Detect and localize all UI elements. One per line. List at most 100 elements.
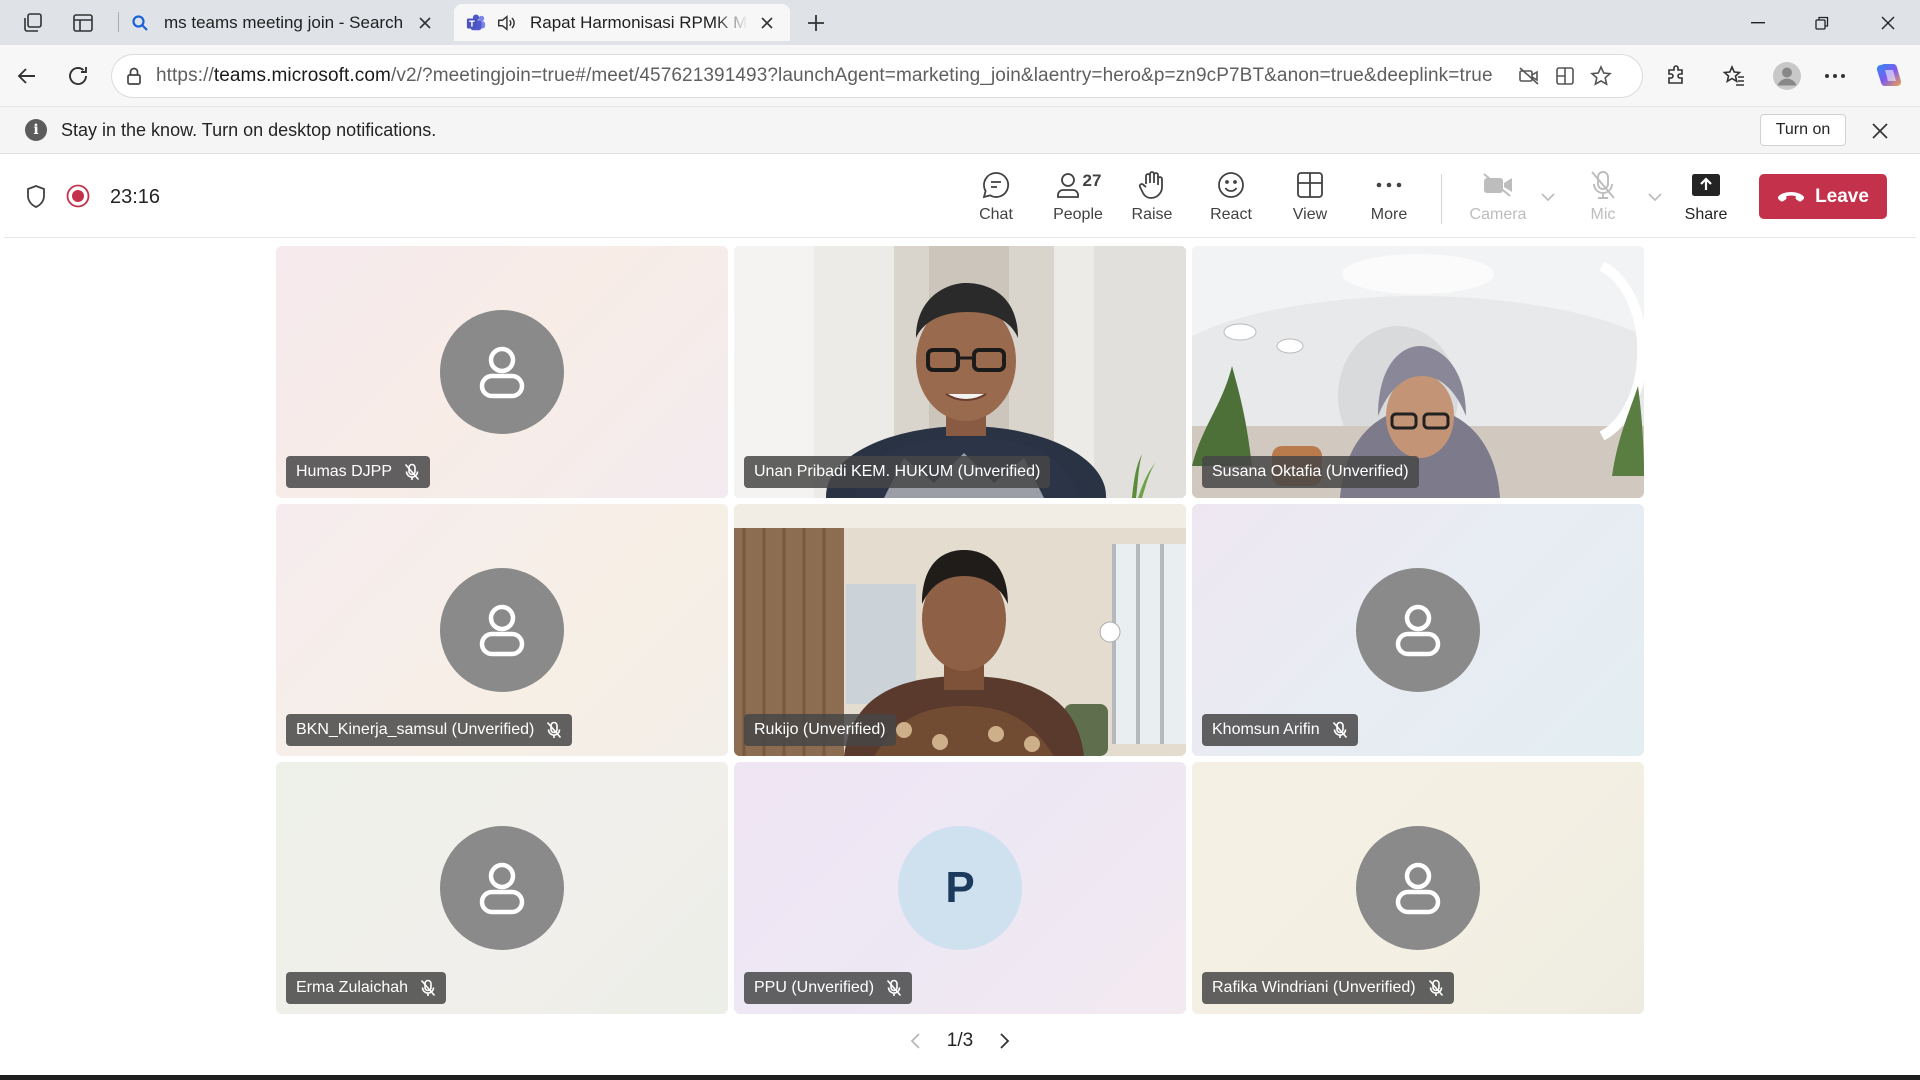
participant-tile[interactable]: Humas DJPP (276, 246, 728, 498)
participant-tile[interactable]: Susana Oktafia (Unverified) (1192, 246, 1644, 498)
camera-button[interactable]: Camera (1463, 168, 1533, 230)
default-avatar-icon (440, 826, 564, 950)
default-avatar-icon (440, 310, 564, 434)
notification-bar: i Stay in the know. Turn on desktop noti… (0, 107, 1920, 154)
default-avatar-icon (1356, 826, 1480, 950)
teams-icon (466, 13, 486, 33)
previous-page-chevron-icon[interactable] (910, 1032, 922, 1050)
back-arrow-icon[interactable] (10, 59, 44, 93)
meeting-header: 23:16 Chat 27 People Raise React View Mo… (4, 154, 1916, 238)
participant-tile[interactable]: Khomsun Arifin (1192, 504, 1644, 756)
turn-on-notifications-button[interactable]: Turn on (1760, 114, 1846, 146)
participant-name-tag: Susana Oktafia (Unverified) (1202, 456, 1419, 488)
chat-label: Chat (979, 206, 1013, 223)
participant-name: PPU (Unverified) (754, 979, 875, 996)
favorite-star-icon[interactable] (1584, 59, 1618, 93)
mic-off-icon (1588, 168, 1618, 202)
participant-name: Rafika Windriani (Unverified) (1212, 979, 1416, 996)
raise-hand-button[interactable]: Raise (1117, 168, 1187, 230)
close-tab-icon[interactable] (756, 12, 778, 34)
leave-button[interactable]: Leave (1759, 174, 1887, 219)
extensions-icon[interactable] (1660, 59, 1694, 93)
meeting-timer: 23:16 (110, 186, 161, 208)
leave-label: Leave (1815, 185, 1869, 207)
mic-muted-icon (1332, 721, 1348, 739)
search-icon (130, 13, 150, 33)
tab-teams-meeting[interactable]: Rapat Harmonisasi RPMK Menteri (454, 4, 790, 41)
participant-name: Susana Oktafia (Unverified) (1212, 463, 1409, 480)
mic-muted-icon (546, 721, 562, 739)
page-indicator: 1/3 (946, 1030, 974, 1051)
minimize-icon[interactable] (1726, 0, 1790, 45)
default-avatar-icon (440, 568, 564, 692)
participant-name: Erma Zulaichah (296, 979, 409, 996)
more-dots-icon (1376, 168, 1402, 202)
profile-avatar[interactable] (1768, 59, 1806, 93)
more-button[interactable]: More (1354, 168, 1424, 230)
url-domain: teams.microsoft.com (213, 65, 391, 86)
chat-button[interactable]: Chat (961, 168, 1031, 230)
mic-button[interactable]: Mic (1568, 168, 1638, 230)
participant-tile[interactable]: Erma Zulaichah (276, 762, 728, 1014)
mic-muted-icon (1428, 979, 1444, 997)
new-tab-button[interactable] (799, 8, 833, 38)
favorites-icon[interactable] (1717, 59, 1751, 93)
next-page-chevron-icon[interactable] (998, 1032, 1010, 1050)
url-prefix: https:// (156, 65, 214, 86)
participant-name-tag: Rukijo (Unverified) (744, 714, 896, 746)
shield-icon[interactable] (24, 184, 48, 210)
participant-tile[interactable]: Rafika Windriani (Unverified) (1192, 762, 1644, 1014)
copilot-icon[interactable] (1872, 59, 1906, 93)
participant-tile[interactable]: Rukijo (Unverified) (734, 504, 1186, 756)
participant-tile[interactable]: Unan Pribadi KEM. HUKUM (Unverified) (734, 246, 1186, 498)
video-gallery: Humas DJPP Unan Pribadi KEM. HUKUM (Unve… (4, 238, 1916, 1075)
raise-label: Raise (1131, 206, 1173, 223)
participant-name-tag: Humas DJPP (286, 456, 431, 488)
react-label: React (1210, 206, 1252, 223)
participant-name-tag: BKN_Kinerja_samsul (Unverified) (286, 714, 573, 746)
info-icon: i (25, 119, 47, 141)
tab-search[interactable]: ms teams meeting join - Search (118, 4, 448, 41)
close-notification-icon[interactable] (1866, 117, 1894, 145)
participant-name: Humas DJPP (296, 463, 393, 480)
people-icon: 27 (1055, 168, 1102, 202)
refresh-icon[interactable] (61, 59, 95, 93)
settings-more-icon[interactable] (1818, 59, 1852, 93)
view-label: View (1292, 206, 1328, 223)
participant-name: BKN_Kinerja_samsul (Unverified) (296, 721, 535, 738)
raise-hand-icon (1138, 168, 1166, 202)
participant-name-tag: Unan Pribadi KEM. HUKUM (Unverified) (744, 456, 1051, 488)
address-bar[interactable]: https://teams.microsoft.com/v2/?meetingj… (112, 55, 1642, 97)
grid-view-icon (1296, 168, 1324, 202)
mic-label: Mic (1590, 206, 1616, 223)
participant-name: Rukijo (Unverified) (754, 721, 886, 738)
view-button[interactable]: View (1275, 168, 1345, 230)
tab-title: ms teams meeting join - Search (164, 12, 404, 32)
notification-text: Stay in the know. Turn on desktop notifi… (61, 120, 437, 140)
camera-blocked-icon[interactable] (1512, 59, 1546, 93)
close-tab-icon[interactable] (414, 12, 436, 34)
react-button[interactable]: React (1196, 168, 1266, 230)
workspaces-icon[interactable] (16, 8, 50, 38)
app-available-icon[interactable] (1548, 59, 1582, 93)
participant-name: Unan Pribadi KEM. HUKUM (Unverified) (754, 463, 1041, 480)
url-path: /v2/?meetingjoin=true#/meet/457621391493… (391, 65, 1493, 86)
speaker-icon[interactable] (496, 13, 516, 33)
more-label: More (1370, 206, 1408, 223)
gallery-pager: 1/3 (910, 1030, 1010, 1052)
lock-icon[interactable] (112, 55, 156, 97)
restore-icon[interactable] (1790, 0, 1854, 45)
participant-tile[interactable]: P PPU (Unverified) (734, 762, 1186, 1014)
participant-name-tag: Erma Zulaichah (286, 972, 447, 1004)
screen-bottom-edge (0, 1075, 1920, 1080)
hang-up-icon (1777, 191, 1805, 203)
camera-options-chevron-icon[interactable] (1539, 188, 1557, 206)
participant-tile[interactable]: BKN_Kinerja_samsul (Unverified) (276, 504, 728, 756)
url-text[interactable]: https://teams.microsoft.com/v2/?meetingj… (156, 65, 1496, 87)
mic-options-chevron-icon[interactable] (1646, 188, 1664, 206)
people-count: 27 (1082, 171, 1102, 190)
vertical-tabs-icon[interactable] (66, 8, 100, 38)
close-window-icon[interactable] (1856, 0, 1920, 45)
share-button[interactable]: Share (1671, 168, 1741, 230)
people-button[interactable]: 27 People (1038, 168, 1118, 230)
